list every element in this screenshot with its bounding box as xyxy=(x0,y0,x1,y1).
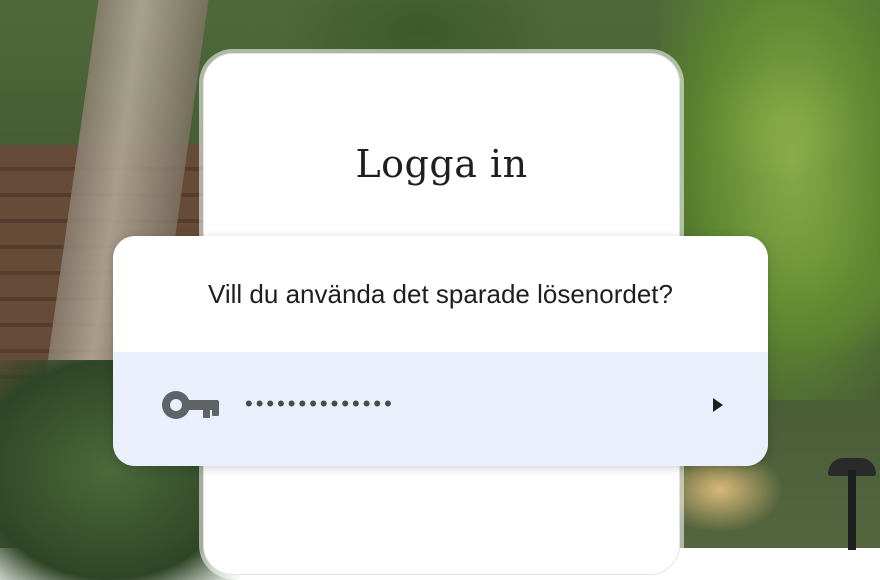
garden-lamp-post xyxy=(848,470,856,550)
page-title: Logga in xyxy=(355,142,528,186)
chevron-right-icon xyxy=(713,398,723,412)
saved-password-option[interactable]: •••••••••••••• xyxy=(113,352,768,466)
prompt-question: Vill du använda det sparade lösenordet? xyxy=(208,278,673,309)
saved-password-prompt: Vill du använda det sparade lösenordet? … xyxy=(113,236,768,466)
masked-password: •••••••••••••• xyxy=(245,391,395,416)
key-icon xyxy=(162,391,219,419)
